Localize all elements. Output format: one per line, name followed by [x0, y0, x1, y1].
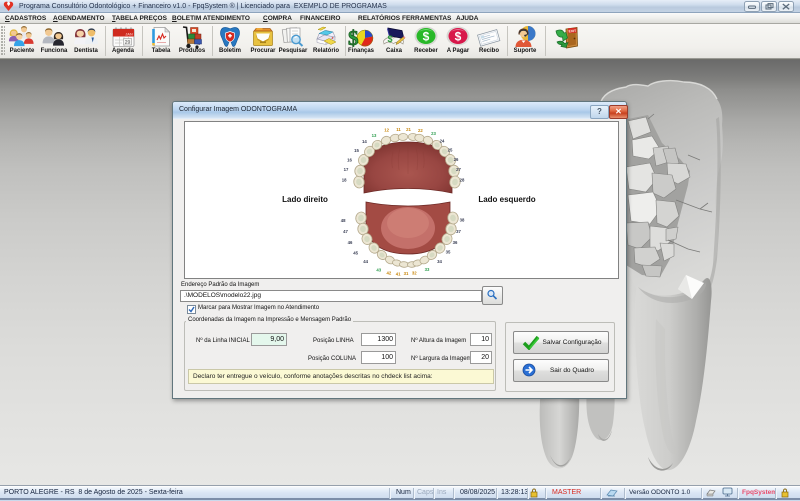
svg-text:16: 16 — [347, 157, 352, 162]
svg-text:32: 32 — [412, 270, 417, 275]
svg-text:$: $ — [423, 30, 430, 44]
svg-text:12: 12 — [384, 128, 389, 133]
svg-text:$: $ — [455, 30, 462, 44]
svg-text:47: 47 — [343, 229, 348, 234]
svg-text:JAN: JAN — [125, 33, 133, 37]
svg-text:23: 23 — [431, 131, 436, 136]
svg-text:13: 13 — [372, 133, 377, 138]
svg-text:$: $ — [388, 34, 393, 44]
svg-text:$: $ — [348, 26, 359, 49]
svg-text:38: 38 — [460, 218, 465, 223]
svg-text:45: 45 — [353, 251, 358, 256]
svg-text:22: 22 — [418, 128, 423, 133]
svg-text:37: 37 — [456, 229, 461, 234]
svg-text:EXIT: EXIT — [568, 29, 577, 33]
svg-text:42: 42 — [387, 271, 392, 276]
svg-text:35: 35 — [446, 250, 451, 255]
svg-text:Lado direito: Lado direito — [282, 195, 328, 204]
svg-text:46: 46 — [348, 240, 353, 245]
svg-text:41: 41 — [396, 272, 401, 277]
svg-text:31: 31 — [404, 271, 409, 276]
svg-text:27: 27 — [456, 167, 461, 172]
svg-text:17: 17 — [344, 167, 349, 172]
svg-text:11: 11 — [396, 127, 401, 132]
svg-text:28: 28 — [460, 177, 465, 182]
svg-text:29: 29 — [125, 40, 131, 46]
svg-text:24: 24 — [440, 139, 445, 144]
svg-text:Lado esquerdo: Lado esquerdo — [478, 195, 535, 204]
svg-text:21: 21 — [406, 127, 411, 132]
svg-text:44: 44 — [363, 259, 368, 264]
svg-text:43: 43 — [376, 268, 381, 273]
svg-text:26: 26 — [454, 157, 459, 162]
svg-text:33: 33 — [425, 267, 430, 272]
svg-text:34: 34 — [437, 259, 442, 264]
svg-text:18: 18 — [342, 178, 347, 183]
svg-text:48: 48 — [341, 218, 346, 223]
svg-text:15: 15 — [354, 148, 359, 153]
svg-text:14: 14 — [362, 139, 367, 144]
svg-text:36: 36 — [453, 240, 458, 245]
svg-text:25: 25 — [448, 147, 453, 152]
